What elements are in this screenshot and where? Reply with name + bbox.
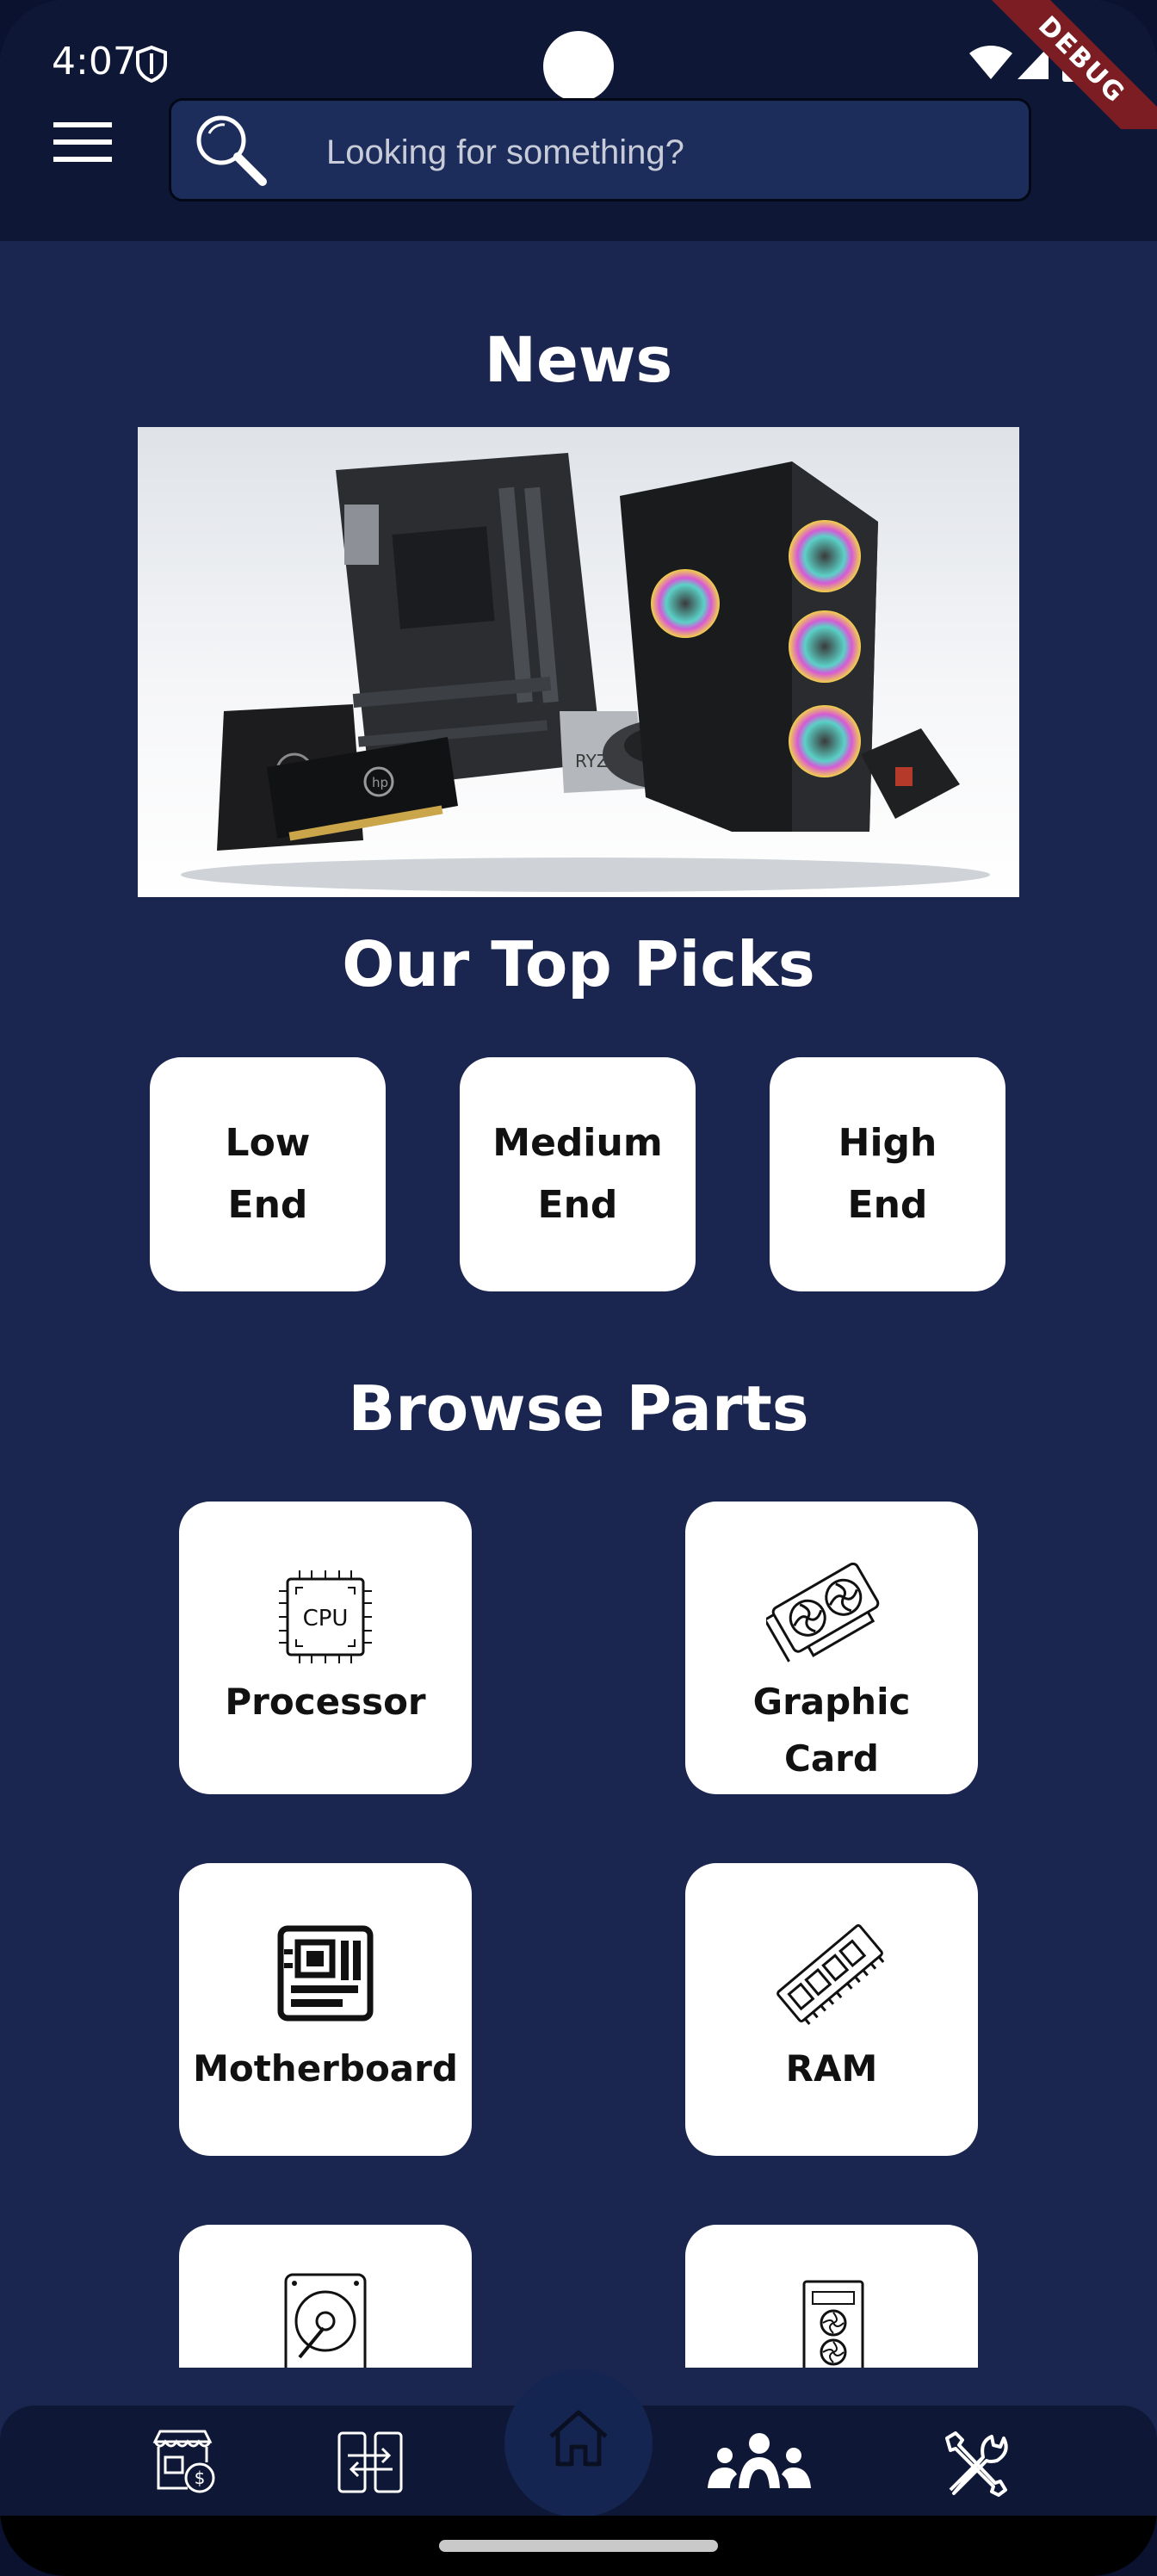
store-price-icon[interactable]: $ <box>150 2428 215 2493</box>
pc-case-graphic <box>620 461 878 832</box>
cpu-icon: CPU <box>279 1570 372 1663</box>
part-ram-card[interactable]: RAM <box>685 1863 978 2156</box>
part-label: Processor <box>225 1681 426 1723</box>
pc-parts-illustration: hp hp RYZEN <box>181 453 990 892</box>
wifi-icon <box>969 46 1012 79</box>
svg-text:$: $ <box>195 2468 206 2488</box>
top-pick-medium-end-button[interactable]: Medium End <box>460 1057 696 1291</box>
ram-icon <box>776 1924 885 2025</box>
status-time: 4:07 <box>52 40 137 84</box>
browse-parts-title: Browse Parts <box>348 1372 809 1445</box>
part-label: RAM <box>785 2047 878 2090</box>
part-processor-card[interactable]: CPU Processor <box>179 1502 472 1794</box>
part-pc-case-card[interactable] <box>685 2225 978 2368</box>
camera-cutout <box>543 31 614 102</box>
home-icon <box>549 2410 608 2467</box>
compare-phones-icon[interactable] <box>336 2430 405 2495</box>
gesture-handle[interactable] <box>439 2540 718 2552</box>
motherboard-icon <box>277 1925 374 2022</box>
news-title: News <box>484 324 673 396</box>
cpu-icon-text: CPU <box>303 1606 349 1632</box>
news-banner-image[interactable]: hp hp RYZEN <box>138 427 1019 897</box>
pc-case-icon <box>802 2280 864 2368</box>
phone-screen: 4:07 DEBUG Looking for something? News h… <box>0 0 1157 2576</box>
top-pick-high-end-button[interactable]: High End <box>770 1057 1005 1291</box>
part-motherboard-card[interactable]: Motherboard <box>179 1863 472 2156</box>
ram-brand-text: hp <box>372 775 388 790</box>
top-pick-low-end-button[interactable]: Low End <box>150 1057 386 1291</box>
community-icon[interactable] <box>704 2431 814 2490</box>
part-graphic-card-card[interactable]: Graphic Card <box>685 1502 978 1794</box>
hard-drive-icon <box>284 2273 367 2368</box>
graphics-card-icon <box>766 1562 880 1663</box>
tools-icon[interactable] <box>940 2430 1009 2497</box>
home-nav-button[interactable] <box>504 2369 653 2517</box>
part-label: Graphic Card <box>752 1681 911 1780</box>
home-content[interactable]: News hp RYZEN Our Top Picks Low End Medi… <box>0 129 1157 2368</box>
shield-icon <box>136 45 167 83</box>
power-supply-graphic <box>861 728 960 819</box>
top-picks-title: Our Top Picks <box>342 928 815 1000</box>
part-label: Motherboard <box>193 2047 458 2090</box>
part-hard-drive-card[interactable] <box>179 2225 472 2368</box>
